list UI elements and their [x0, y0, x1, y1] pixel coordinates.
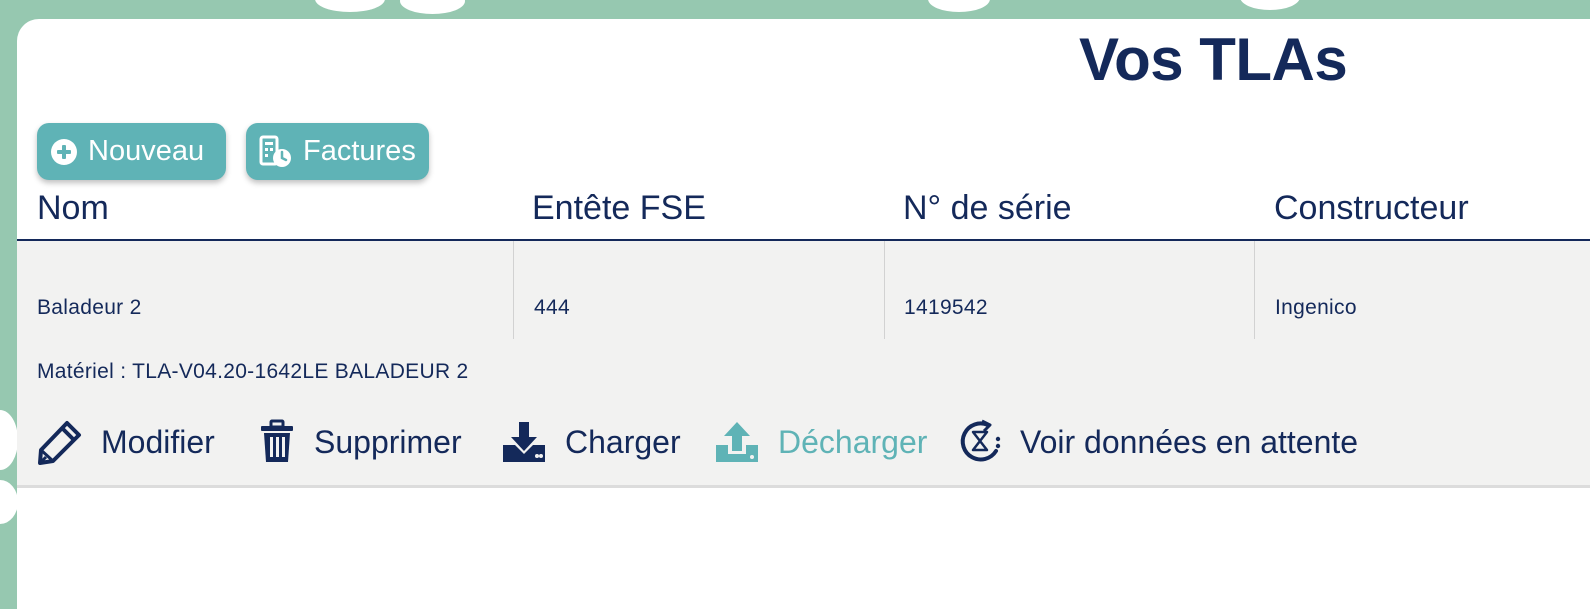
upload-icon	[714, 421, 760, 463]
table-row[interactable]: Baladeur 2 444 1419542 Ingenico Matériel…	[17, 241, 1590, 488]
cell-name: Baladeur 2	[37, 296, 142, 319]
background-flower	[1240, 0, 1300, 10]
load-button-label: Charger	[565, 423, 681, 460]
column-header-fse[interactable]: Entête FSE	[532, 189, 706, 228]
cell-serial: 1419542	[904, 296, 988, 319]
hardware-info: Matériel : TLA-V04.20-1642LE BALADEUR 2	[37, 360, 469, 383]
background-flower	[400, 0, 465, 14]
column-header-manufacturer[interactable]: Constructeur	[1274, 189, 1469, 228]
column-header-serial[interactable]: N° de série	[903, 189, 1072, 228]
plus-circle-icon	[50, 138, 78, 166]
delete-button-label: Supprimer	[314, 423, 462, 460]
unload-button[interactable]: Décharger	[714, 418, 927, 466]
main-card: Vos TLAs Nouveau Factures Nom Entête FSE…	[17, 19, 1590, 609]
unload-button-label: Décharger	[778, 423, 928, 460]
background-flower	[0, 410, 18, 470]
trash-icon	[258, 419, 296, 465]
cell-manufacturer: Ingenico	[1275, 296, 1357, 319]
pending-data-button-label: Voir données en attente	[1020, 423, 1359, 460]
column-divider	[513, 241, 514, 339]
download-icon	[501, 421, 547, 463]
invoices-button-label: Factures	[303, 135, 416, 167]
background-flower	[0, 480, 18, 524]
cell-fse-header: 444	[534, 296, 570, 319]
new-button[interactable]: Nouveau	[37, 123, 226, 180]
column-divider	[1254, 241, 1255, 339]
new-button-label: Nouveau	[88, 135, 205, 167]
page-title: Vos TLAs	[1079, 26, 1348, 93]
load-button[interactable]: Charger	[501, 418, 681, 466]
edit-button-label: Modifier	[101, 423, 215, 460]
history-hourglass-icon	[958, 419, 1002, 465]
background-flower	[928, 0, 990, 12]
pencil-icon	[37, 419, 83, 465]
edit-button[interactable]: Modifier	[37, 418, 215, 466]
delete-button[interactable]: Supprimer	[258, 418, 462, 466]
column-divider	[884, 241, 885, 339]
invoice-clock-icon	[259, 135, 293, 169]
invoices-button[interactable]: Factures	[246, 123, 429, 180]
pending-data-button[interactable]: Voir données en attente	[958, 418, 1358, 466]
background-flower	[315, 0, 385, 12]
column-header-name[interactable]: Nom	[37, 189, 109, 228]
